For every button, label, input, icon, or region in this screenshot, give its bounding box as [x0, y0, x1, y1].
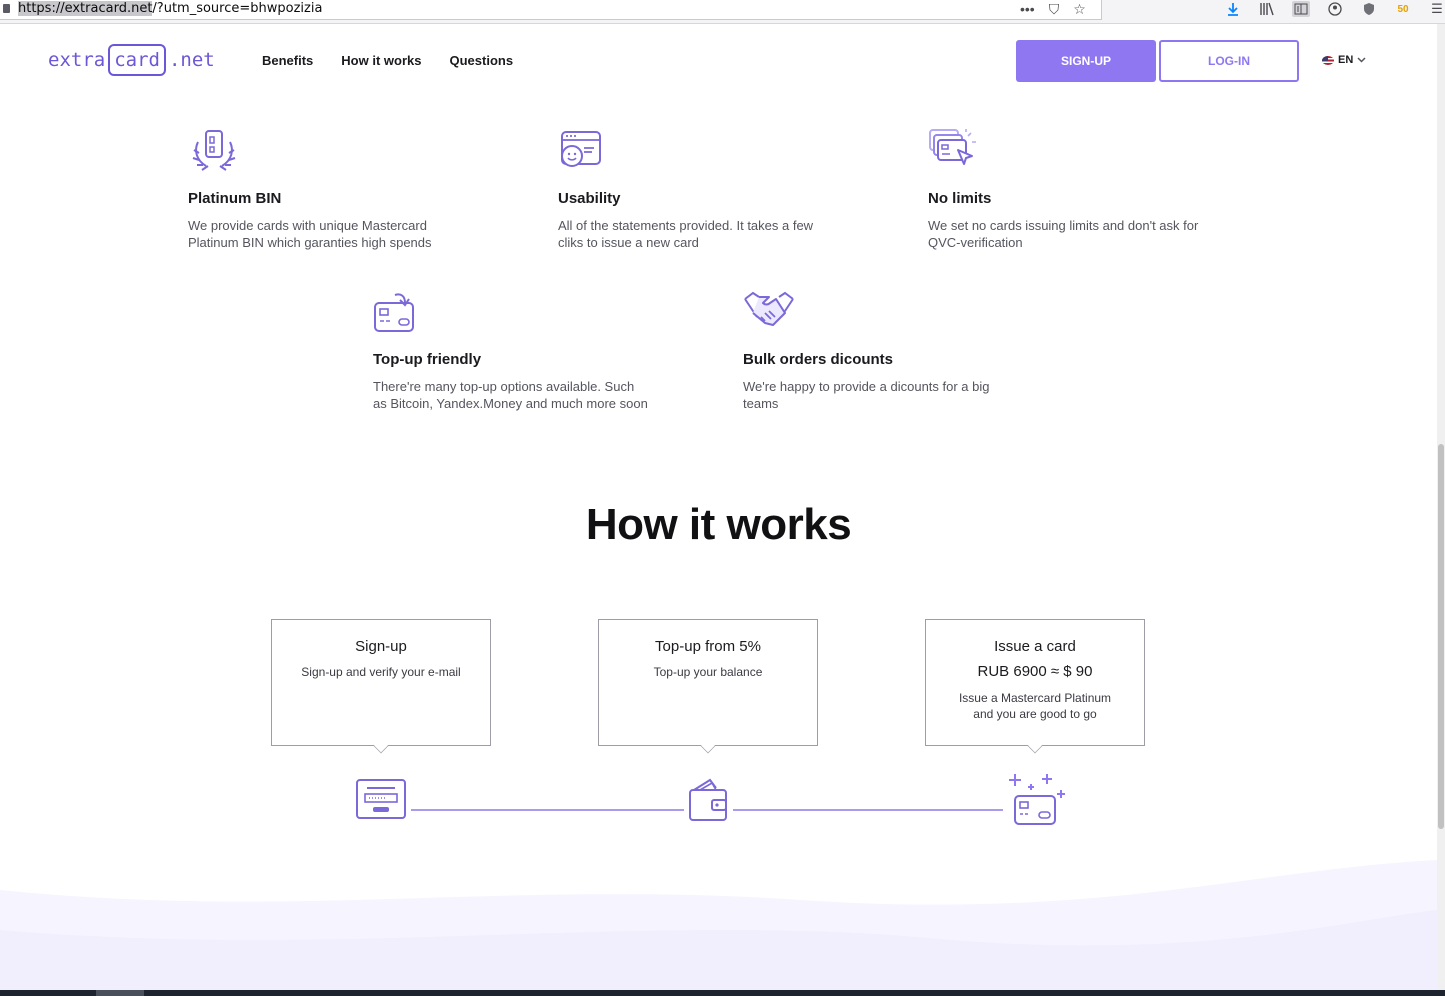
step-card-issue: Issue a card RUB 6900 ≈ $ 90 Issue a Mas… — [925, 619, 1145, 754]
taskbar-item[interactable] — [96, 990, 144, 996]
site-header: extra card .net Benefits How it works Qu… — [0, 24, 1437, 98]
url-text[interactable]: https://extracard.net/?utm_source=bhwpoz… — [18, 1, 322, 16]
menu-icon[interactable]: ☰ — [1428, 1, 1445, 17]
chevron-down-icon — [1357, 57, 1366, 63]
benefit-description: We provide cards with unique Mastercard P… — [188, 218, 432, 250]
download-icon[interactable] — [1224, 1, 1242, 17]
background-wave — [0, 860, 1437, 990]
step-card-topup: Top-up from 5% Top-up your balance — [598, 619, 818, 754]
shield-icon[interactable] — [1360, 1, 1378, 17]
callout-pointer — [700, 738, 716, 754]
timeline-connector — [733, 809, 1003, 811]
benefit-platinum-bin: Platinum BIN We provide cards with uniqu… — [188, 128, 488, 251]
logo-text-box: card — [108, 44, 166, 76]
step-title: Sign-up — [355, 638, 407, 655]
wallet-icon — [689, 778, 727, 821]
benefit-description: There're many top-up options available. … — [373, 379, 648, 411]
bookmark-star-icon[interactable]: ☆ — [1073, 2, 1086, 16]
step-description: Sign-up and verify your e-mail — [301, 665, 461, 679]
benefit-description: All of the statements provided. It takes… — [558, 218, 814, 250]
site-logo[interactable]: extra card .net — [48, 43, 215, 77]
address-bar[interactable]: https://extracard.net/?utm_source=bhwpoz… — [0, 0, 1102, 20]
card-topup-icon — [374, 293, 414, 332]
main-nav: Benefits How it works Questions — [262, 53, 513, 68]
browser-toolbar: https://extracard.net/?utm_source=bhwpoz… — [0, 0, 1445, 24]
step-description: Issue a Mastercard Platinum and you are g… — [958, 691, 1112, 721]
step-description: Top-up your balance — [653, 665, 763, 679]
logo-text-right: .net — [168, 49, 215, 71]
smiley-window-icon — [561, 131, 601, 167]
callout-pointer — [373, 738, 389, 754]
benefit-no-limits: No limits We set no cards issuing limits… — [928, 128, 1228, 251]
step-title: Issue a card — [994, 638, 1076, 655]
benefit-title: Bulk orders dicounts — [743, 351, 894, 368]
step-price: RUB 6900 ≈ $ 90 — [977, 663, 1093, 680]
lock-icon — [3, 4, 10, 13]
benefit-title: Platinum BIN — [188, 190, 282, 207]
handshake-icon — [744, 291, 794, 326]
benefit-bulk-discounts: Bulk orders dicounts We're happy to prov… — [743, 289, 1043, 412]
step-title: Top-up from 5% — [655, 638, 761, 655]
benefit-title: No limits — [928, 190, 992, 207]
logo-text-left: extra — [48, 49, 106, 71]
timeline-connector — [411, 809, 684, 811]
signup-button[interactable]: SIGN-UP — [1016, 40, 1156, 82]
account-icon[interactable] — [1326, 1, 1344, 17]
vertical-scrollbar[interactable] — [1437, 24, 1445, 990]
benefit-description: We're happy to provide a dicounts for a … — [743, 379, 990, 411]
callout-pointer — [1027, 738, 1043, 754]
pocket-icon[interactable]: ⛉ — [1049, 2, 1060, 16]
reader-view-icon[interactable] — [1292, 1, 1310, 17]
benefit-usability: Usability All of the statements provided… — [558, 128, 858, 251]
nav-how-it-works[interactable]: How it works — [341, 53, 421, 68]
sparkle-card-icon — [1009, 774, 1065, 825]
library-icon[interactable] — [1258, 1, 1276, 17]
us-flag-icon — [1322, 55, 1334, 65]
extension-badge-icon[interactable]: 50 — [1394, 1, 1412, 17]
cards-cursor-icon — [929, 129, 976, 165]
step-card-signup: Sign-up Sign-up and verify your e-mail — [271, 619, 491, 754]
benefit-topup-friendly: Top-up friendly There're many top-up opt… — [373, 289, 673, 412]
laurel-card-icon — [192, 130, 236, 171]
nav-benefits[interactable]: Benefits — [262, 53, 313, 68]
benefit-title: Top-up friendly — [373, 351, 482, 368]
benefit-description: We set no cards issuing limits and don't… — [928, 218, 1199, 250]
nav-questions[interactable]: Questions — [449, 53, 513, 68]
section-title: How it works — [585, 500, 852, 549]
scrollbar-thumb[interactable] — [1438, 444, 1444, 829]
language-selector[interactable]: EN — [1322, 54, 1366, 66]
page-actions-icon[interactable]: ••• — [1020, 2, 1035, 16]
benefit-title: Usability — [558, 190, 621, 207]
language-label: EN — [1338, 54, 1354, 66]
signup-form-icon — [356, 779, 406, 819]
taskbar-strip — [0, 990, 1445, 996]
login-button[interactable]: LOG-IN — [1159, 40, 1299, 82]
